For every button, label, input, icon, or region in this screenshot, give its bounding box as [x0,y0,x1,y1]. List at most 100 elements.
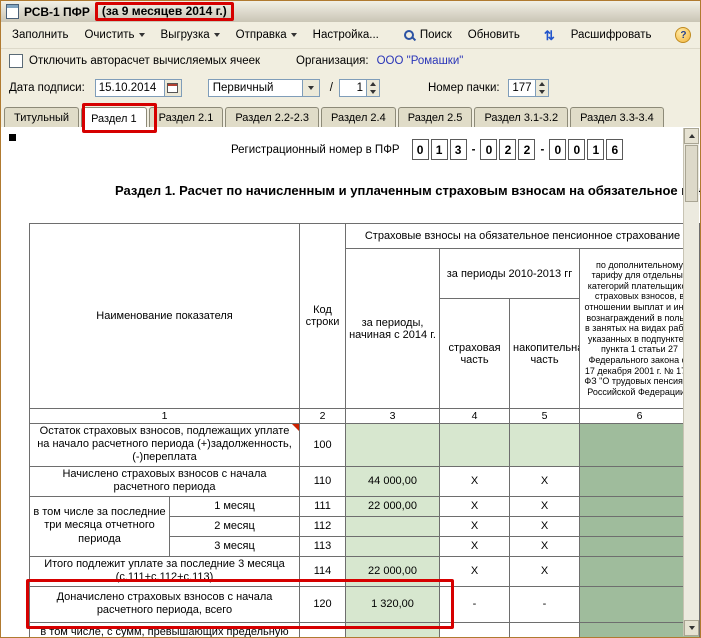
sort-arrows-icon: ⇅ [543,27,555,43]
report-kind-select[interactable]: Первичный [207,79,320,97]
row-code: 112 [299,515,346,537]
digit-box[interactable]: 0 [568,139,586,160]
tab-razdel-2-4[interactable]: Раздел 2.4 [321,107,396,127]
table-row-121: в том числе, с сумм, превышающих предель… [29,621,700,637]
sign-date-input[interactable] [95,80,164,96]
clear-button-label: Очистить [84,29,135,41]
digit-box[interactable]: 2 [518,139,536,160]
fill-button[interactable]: Заполнить [5,25,75,45]
scrollbar-thumb[interactable] [685,145,698,202]
registration-number-digits[interactable]: 0 1 3 - 0 2 2 - 0 0 1 6 [411,139,624,160]
spin-down-button[interactable] [535,88,548,96]
stepper-buttons [534,80,548,96]
spin-up-button[interactable] [535,80,548,88]
cell-funded [509,621,580,637]
settings-button[interactable]: Настройка... [306,25,386,45]
pack-number-input[interactable] [508,80,535,96]
scroll-down-button[interactable] [684,620,699,636]
search-icon [403,29,416,42]
cell-add-tariff [578,465,700,497]
send-button[interactable]: Отправка [229,25,304,45]
autocalc-checkbox[interactable] [9,54,23,68]
digit-box[interactable]: 0 [549,139,567,160]
add-tariff-text-1: по дополнительному тарифу для отдельных … [584,259,695,334]
row-name: Остаток страховых взносов, подлежащих уп… [29,423,300,467]
scroll-up-button[interactable] [684,128,699,144]
digit-box[interactable]: 0 [480,139,498,160]
cell-2014[interactable] [345,423,440,467]
decipher-button[interactable]: Расшифровать [564,25,659,45]
tab-razdel-2-2-2-3[interactable]: Раздел 2.2-2.3 [225,107,319,127]
cell-2014[interactable]: 22 000,00 [345,555,440,587]
row-code: 114 [299,555,346,587]
title-bar[interactable]: РСВ-1 ПФР (за 9 месяцев 2014 г.) [1,1,700,23]
cell-add-tariff [578,495,700,517]
organization-value[interactable]: ООО "Ромашки" [377,55,464,67]
cell-add-tariff [578,423,700,467]
help-button[interactable]: ? [668,23,698,47]
digit-group-dash: - [540,143,545,156]
col-num: 2 [299,408,346,424]
cell-note-marker-icon [292,424,299,431]
row-code [299,621,346,637]
tab-razdel-2-5[interactable]: Раздел 2.5 [397,107,473,127]
digit-box[interactable]: 1 [587,139,605,160]
spin-up-button[interactable] [366,80,379,88]
chevron-down-icon [213,33,220,37]
cell-2014[interactable] [345,621,440,637]
unload-button[interactable]: Выгрузка [154,25,227,45]
row-code: 120 [299,585,346,623]
sign-date-field [94,79,182,97]
cell-insurance: X [439,515,510,537]
arrow-up-icon [688,134,695,138]
col-num: 4 [439,408,510,424]
digit-box[interactable]: 3 [449,139,467,160]
report-kind-value: Первичный [212,82,274,94]
col-header-since2014: за периоды, начиная с 2014 г. [345,248,440,409]
digit-box[interactable]: 1 [430,139,448,160]
calendar-button[interactable] [163,80,181,96]
tab-titulny[interactable]: Титульный [4,107,80,127]
send-button-label: Отправка [235,29,287,41]
sort-button[interactable]: ⇅ [537,25,562,46]
cell-insurance: X [439,495,510,517]
cell-2014[interactable]: 44 000,00 [345,465,440,497]
search-button-label: Поиск [419,29,452,41]
cell-funded[interactable] [509,423,580,467]
cell-insurance: X [439,535,510,557]
pack-number-stepper [507,79,549,97]
row-code: 111 [299,495,346,517]
cell-2014[interactable] [345,535,440,557]
digit-box[interactable]: 2 [499,139,517,160]
col-header-funded: накопительная часть [509,298,580,409]
tab-razdel-3-3-3-4[interactable]: Раздел 3.3-3.4 [570,107,664,127]
row-subname: 2 месяц [169,515,300,537]
arrow-down-icon [688,626,695,630]
window-title: РСВ-1 ПФР [24,4,90,19]
tab-razdel-1[interactable]: Раздел 1 [81,107,147,127]
vertical-scrollbar[interactable] [683,128,699,636]
refresh-button[interactable]: Обновить [461,25,527,45]
cell-funded: X [509,515,580,537]
cell-2014[interactable]: 1 320,00 [345,585,440,623]
dropdown-button[interactable] [301,80,319,96]
clear-button[interactable]: Очистить [77,25,151,45]
search-button[interactable]: Поиск [396,25,459,46]
col-num: 3 [345,408,440,424]
tab-razdel-3-1-3-2[interactable]: Раздел 3.1-3.2 [474,107,569,127]
tab-razdel-2-1[interactable]: Раздел 2.1 [148,107,224,127]
digit-box[interactable]: 6 [606,139,624,160]
row-code: 100 [299,423,346,467]
spin-down-button[interactable] [366,88,379,96]
correction-number-input[interactable] [339,80,366,96]
cell-add-tariff [578,555,700,587]
cell-insurance[interactable] [439,423,510,467]
cell-funded: - [509,585,580,623]
organization-label: Организация: [296,55,369,67]
cell-2014[interactable]: 22 000,00 [345,495,440,517]
chevron-down-icon [307,86,314,90]
row-name-text: Остаток страховых взносов, подлежащих уп… [37,425,292,464]
cell-2014[interactable] [345,515,440,537]
table-row-110: Начислено страховых взносов с начала рас… [29,465,700,497]
digit-box[interactable]: 0 [411,139,429,160]
